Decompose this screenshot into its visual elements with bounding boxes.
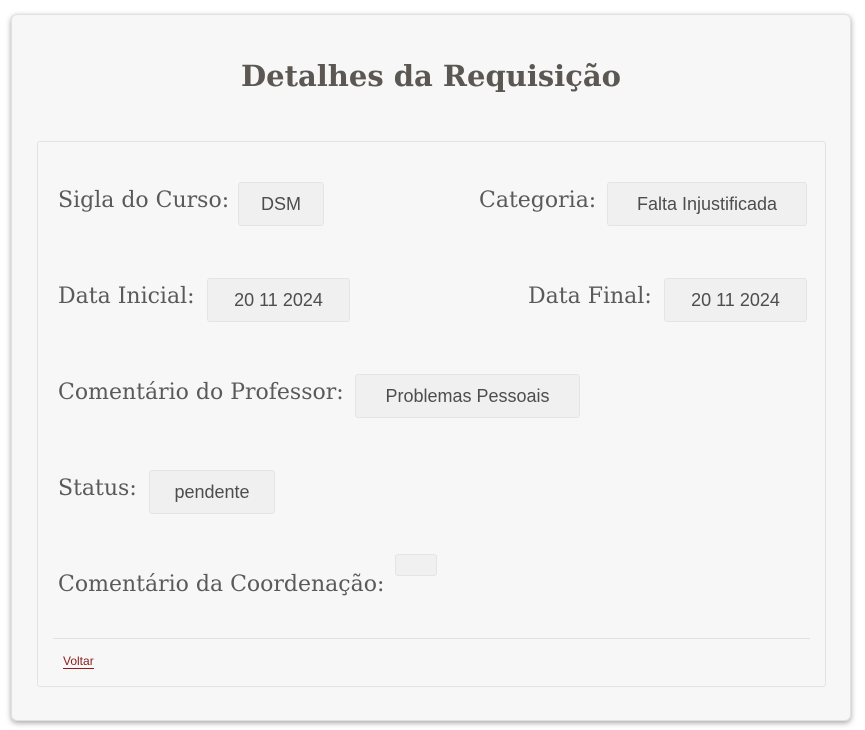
footer-divider (53, 638, 810, 639)
sigla-label: Sigla do Curso: (58, 188, 230, 213)
status-value: pendente (149, 470, 275, 514)
comentario-coordenacao-value (395, 554, 437, 576)
comentario-professor-label: Comentário do Professor: (58, 380, 344, 405)
page-title: Detalhes da Requisição (241, 59, 621, 93)
data-inicial-value: 20 11 2024 (207, 278, 350, 322)
back-link[interactable]: Voltar (63, 655, 94, 669)
data-final-value: 20 11 2024 (664, 278, 807, 322)
details-card: Detalhes da Requisição Sigla do Curso: D… (11, 14, 851, 721)
status-label: Status: (58, 476, 137, 501)
data-final-label: Data Final: (528, 284, 652, 309)
details-panel: Sigla do Curso: DSM Categoria: Falta Inj… (37, 141, 826, 687)
categoria-value: Falta Injustificada (607, 182, 807, 226)
sigla-value: DSM (238, 182, 324, 226)
comentario-coordenacao-label: Comentário da Coordenação: (58, 572, 385, 597)
categoria-label: Categoria: (479, 188, 597, 213)
data-inicial-label: Data Inicial: (58, 284, 195, 309)
comentario-professor-value: Problemas Pessoais (355, 374, 580, 418)
